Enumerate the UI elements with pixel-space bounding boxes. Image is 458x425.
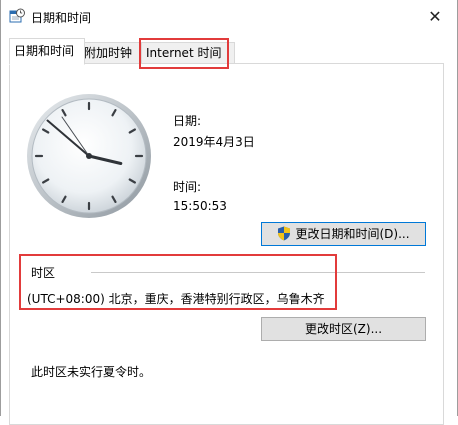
- change-date-time-label: 更改日期和时间(D)...: [295, 227, 410, 241]
- timezone-highlight: [19, 254, 337, 310]
- date-time-dialog: 日期和时间 ✕ 日期和时间 附加时钟 Internet 时间 日期: 2019年…: [0, 0, 458, 425]
- tab-additional-clocks[interactable]: 附加时钟: [79, 42, 147, 63]
- analog-clock: [27, 94, 151, 218]
- close-button[interactable]: ✕: [413, 0, 457, 32]
- internet-time-tab-highlight: [139, 38, 229, 69]
- right-edge: [449, 32, 457, 416]
- clock-app-icon: [9, 8, 25, 24]
- shield-icon: [277, 226, 291, 241]
- time-value: 15:50:53: [173, 199, 227, 213]
- close-icon: ✕: [428, 6, 442, 26]
- dst-note: 此时区未实行夏令时。: [31, 365, 152, 379]
- change-date-time-button[interactable]: 更改日期和时间(D)...: [261, 222, 426, 246]
- tab-date-time[interactable]: 日期和时间: [9, 38, 85, 65]
- change-timezone-button[interactable]: 更改时区(Z)...: [261, 317, 426, 341]
- title-bar: 日期和时间 ✕: [1, 0, 457, 32]
- time-label: 时间:: [173, 180, 202, 194]
- date-value: 2019年4月3日: [173, 135, 255, 149]
- window-title: 日期和时间: [31, 11, 92, 25]
- date-label: 日期:: [173, 114, 202, 128]
